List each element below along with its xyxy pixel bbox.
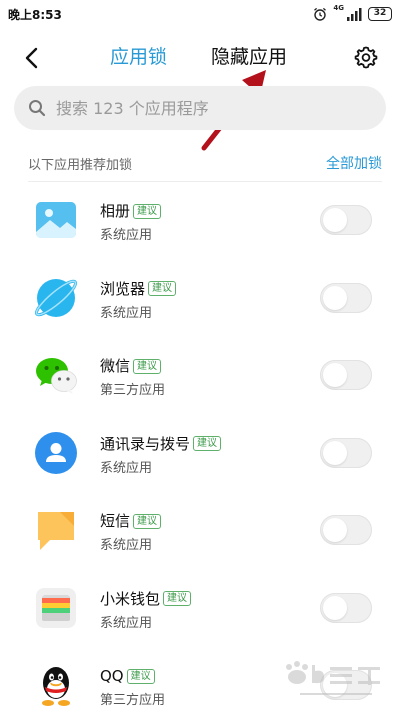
app-type: 系统应用	[100, 538, 153, 553]
recommend-badge: 建议	[126, 668, 155, 684]
status-time: 晚上8:53	[8, 8, 62, 22]
app-name: 小米钱包	[100, 589, 161, 608]
app-list: 相册 建议 系统应用 浏览器 建议 系统应用 微信 建议 第三方应用 通讯录与拨…	[0, 182, 400, 711]
lock-toggle[interactable]	[320, 205, 372, 235]
app-name: 浏览器	[100, 279, 146, 298]
app-type: 系统应用	[100, 615, 153, 631]
section-title: 以下应用推荐加锁	[28, 158, 133, 173]
app-type: 系统应用	[100, 460, 153, 476]
list-item[interactable]: 相册 建议 系统应用	[0, 182, 400, 260]
lock-all-button[interactable]: 全部加锁	[326, 153, 382, 173]
back-button[interactable]	[18, 44, 46, 72]
app-name: QQ	[100, 667, 124, 685]
wechat-icon	[36, 358, 77, 394]
toggle-knob	[323, 363, 347, 387]
battery-icon: 32	[368, 7, 392, 21]
signal-icon	[347, 8, 362, 21]
alarm-icon	[314, 7, 327, 21]
app-type: 第三方应用	[100, 693, 166, 708]
recommend-badge: 建议	[133, 513, 162, 529]
browser-icon	[34, 278, 78, 317]
lock-toggle[interactable]	[320, 515, 372, 545]
app-name: 微信	[100, 357, 131, 375]
messages-icon	[38, 512, 74, 550]
app-name-row: 相册 建议	[100, 201, 162, 221]
app-name-row: 通讯录与拨号 建议	[100, 434, 222, 454]
search-icon	[29, 100, 46, 117]
app-type: 系统应用	[100, 228, 153, 243]
toggle-knob	[323, 440, 347, 465]
recommend-badge: 建议	[193, 436, 222, 451]
status-icons: 4G 32	[313, 5, 392, 23]
contacts-icon	[35, 431, 77, 474]
recommend-badge: 建议	[133, 358, 162, 374]
search-input[interactable]	[56, 98, 356, 118]
list-item[interactable]: 通讯录与拨号 建议 系统应用	[0, 415, 400, 493]
gear-icon	[354, 46, 378, 69]
settings-button[interactable]	[352, 43, 380, 71]
toggle-knob	[323, 518, 347, 542]
app-name: 相册	[100, 202, 131, 220]
list-item[interactable]: 小米钱包 建议 系统应用	[0, 570, 400, 648]
gallery-icon	[36, 202, 76, 238]
network-label: 4G	[333, 4, 344, 12]
list-item[interactable]: 短信 建议 系统应用	[0, 492, 400, 570]
toggle-knob	[323, 595, 347, 620]
app-name-row: 小米钱包 建议	[100, 589, 192, 609]
lock-toggle[interactable]	[320, 360, 372, 390]
toggle-knob	[323, 285, 347, 310]
back-arrow-icon	[25, 47, 38, 69]
app-type: 第三方应用	[100, 383, 166, 398]
recommend-badge: 建议	[148, 281, 177, 296]
recommend-badge: 建议	[133, 203, 162, 219]
search-bar[interactable]	[14, 86, 386, 130]
list-item[interactable]: 浏览器 建议 系统应用	[0, 260, 400, 338]
tab-app-lock[interactable]: 应用锁	[110, 44, 167, 70]
qq-icon	[42, 667, 70, 706]
app-type: 系统应用	[100, 305, 153, 321]
recommend-badge: 建议	[163, 591, 192, 606]
status-bar: 晚上8:53 4G 32	[0, 0, 400, 28]
wallet-icon	[36, 587, 76, 628]
lock-toggle[interactable]	[320, 282, 372, 313]
lock-toggle[interactable]	[320, 592, 372, 623]
baidu-jingyan-watermark-icon	[286, 661, 380, 695]
app-name-row: QQ 建议	[100, 666, 155, 686]
list-item[interactable]: 微信 建议 第三方应用	[0, 337, 400, 415]
lock-toggle[interactable]	[320, 437, 372, 468]
app-name: 短信	[100, 512, 131, 530]
recommend-section-header: 以下应用推荐加锁 全部加锁	[0, 150, 400, 178]
app-name-row: 微信 建议	[100, 356, 162, 376]
app-name: 通讯录与拨号	[100, 434, 191, 453]
app-name-row: 短信 建议	[100, 511, 162, 531]
app-name-row: 浏览器 建议	[100, 279, 177, 299]
app-header: 应用锁 隐藏应用	[0, 36, 400, 78]
toggle-knob	[323, 208, 347, 232]
tab-hidden-apps[interactable]: 隐藏应用	[211, 44, 287, 70]
